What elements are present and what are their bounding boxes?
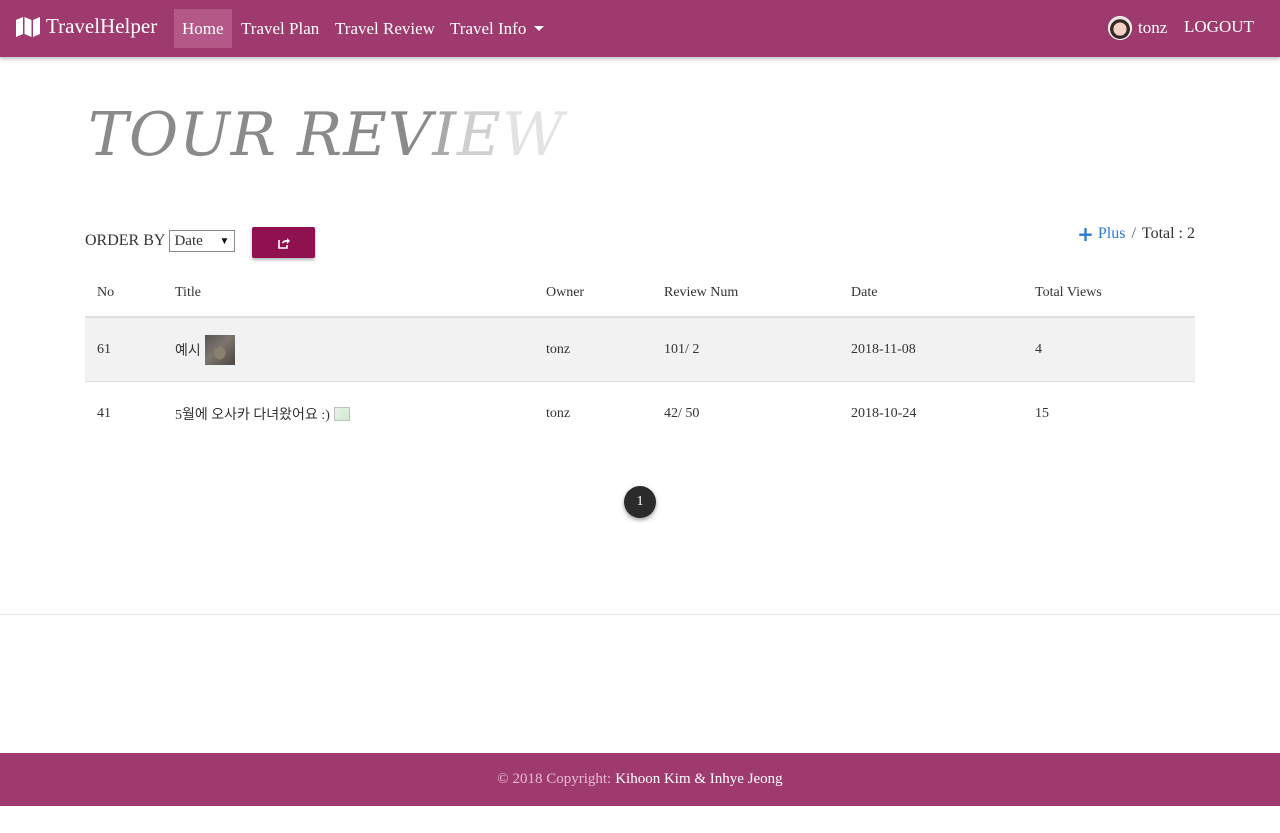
top-navbar: TravelHelper Home Travel Plan Travel Rev… bbox=[0, 0, 1280, 57]
separator: / bbox=[1131, 225, 1136, 242]
row-views: 15 bbox=[1035, 406, 1049, 421]
review-table: No Title Owner Review Num Date Total Vie… bbox=[85, 270, 1195, 446]
user-profile[interactable]: tonz bbox=[1108, 16, 1167, 40]
row-owner: tonz bbox=[546, 406, 571, 421]
order-by-label: ORDER BY bbox=[85, 232, 166, 249]
nav-travel-plan[interactable]: Travel Plan bbox=[233, 9, 327, 48]
nav-home[interactable]: Home bbox=[174, 9, 232, 48]
footer-copyright: © 2018 Copyright: bbox=[497, 771, 612, 787]
header-no: No bbox=[97, 285, 115, 300]
row-no: 41 bbox=[97, 406, 111, 421]
header-title: Title bbox=[175, 285, 201, 300]
header-review-num: Review Num bbox=[664, 285, 739, 300]
row-title-text: 5월에 오사카 다녀왔어요 :) bbox=[175, 408, 330, 423]
nav-travel-review[interactable]: Travel Review bbox=[327, 9, 443, 48]
page-title-fade-3: W bbox=[501, 100, 565, 170]
row-no: 61 bbox=[97, 341, 111, 357]
page-title-main: TOUR REV bbox=[88, 100, 433, 170]
footer: © 2018 Copyright: Kihoon Kim & Inhye Jeo… bbox=[0, 753, 1280, 806]
share-icon bbox=[277, 237, 290, 249]
username: tonz bbox=[1138, 18, 1168, 37]
pagination-page-button[interactable]: 1 bbox=[624, 486, 656, 518]
nav-travel-info-dropdown[interactable]: Travel Info bbox=[442, 9, 552, 48]
select-arrow-icon: ▼ bbox=[219, 235, 230, 247]
order-by-select[interactable]: Date ▼ bbox=[169, 230, 236, 252]
order-by-selected: Date bbox=[174, 232, 203, 249]
logout-link[interactable]: LOGOUT bbox=[1184, 17, 1254, 37]
row-title-text: 예시 bbox=[175, 343, 201, 359]
content-divider bbox=[0, 614, 1280, 615]
row-date: 2018-11-08 bbox=[851, 341, 916, 357]
row-date: 2018-10-24 bbox=[851, 406, 917, 421]
row-title[interactable]: 예시 bbox=[175, 334, 235, 365]
share-button[interactable] bbox=[252, 227, 315, 258]
page-title: TOUR REVIEW bbox=[88, 100, 565, 170]
plus-icon: + bbox=[1077, 222, 1094, 246]
broken-image-icon bbox=[333, 407, 350, 421]
header-total-views: Total Views bbox=[1035, 285, 1102, 300]
row-views: 4 bbox=[1035, 341, 1042, 357]
row-owner: tonz bbox=[546, 341, 571, 357]
caret-down-icon bbox=[534, 26, 545, 31]
table-row[interactable]: 61 예시 tonz 101/ 2 2018-11-08 4 bbox=[85, 318, 1195, 382]
table-row[interactable]: 41 5월에 오사카 다녀왔어요 :) tonz 42/ 50 2018-10-… bbox=[85, 382, 1195, 446]
brand-name: TravelHelper bbox=[46, 14, 158, 38]
page-title-fade-2: E bbox=[457, 100, 502, 170]
order-by-control: ORDER BY Date ▼ bbox=[85, 230, 236, 252]
header-date: Date bbox=[851, 285, 878, 300]
nav-travel-info-label: Travel Info bbox=[450, 19, 527, 38]
avatar bbox=[1108, 16, 1132, 40]
brand-link[interactable]: TravelHelper bbox=[16, 14, 157, 39]
row-title[interactable]: 5월에 오사카 다녀왔어요 :) bbox=[175, 404, 350, 424]
plus-link[interactable]: + Plus bbox=[1077, 222, 1125, 246]
page-title-fade-1: I bbox=[432, 100, 458, 170]
row-review-num: 101/ 2 bbox=[664, 341, 700, 357]
header-owner: Owner bbox=[546, 285, 585, 300]
table-header: No Title Owner Review Num Date Total Vie… bbox=[85, 270, 1195, 318]
footer-authors-link[interactable]: Kihoon Kim & Inhye Jeong bbox=[615, 771, 782, 788]
row-review-num: 42/ 50 bbox=[664, 406, 700, 421]
thumbnail-image bbox=[204, 334, 235, 365]
total-count: Total : 2 bbox=[1141, 225, 1195, 242]
plus-total-bar: + Plus / Total : 2 bbox=[1077, 222, 1195, 246]
plus-label: Plus bbox=[1097, 225, 1126, 242]
map-icon bbox=[16, 16, 40, 37]
